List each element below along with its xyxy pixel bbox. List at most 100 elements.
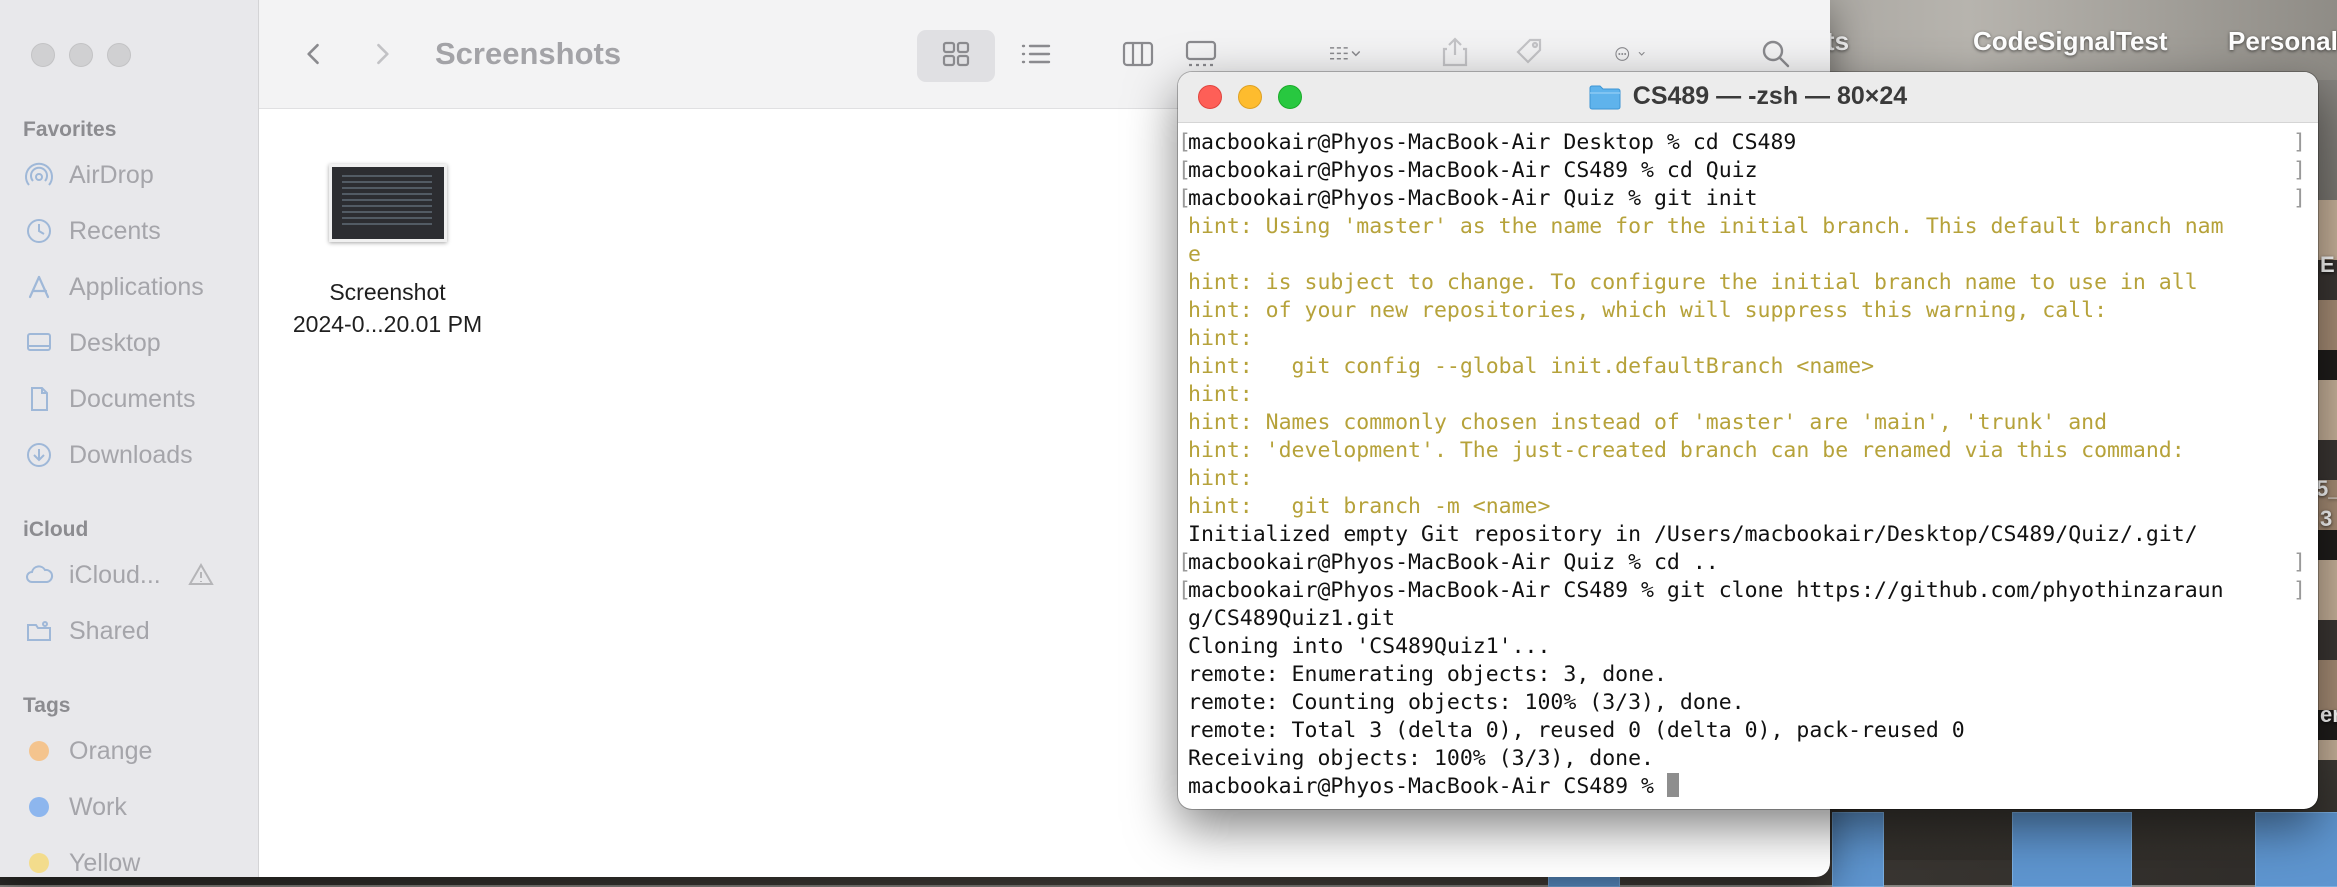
terminal-prompt-text: macbookair@Phyos-MacBook-Air CS489 % — [1188, 774, 1667, 799]
terminal-line: remote: Counting objects: 100% (3/3), do… — [1178, 689, 2318, 717]
sidebar-item-label: Yellow — [69, 848, 141, 877]
sidebar-item-applications[interactable]: Applications — [23, 267, 204, 307]
terminal-cursor — [1666, 773, 1679, 797]
clock-icon — [23, 215, 55, 247]
prompt-mark-left: [ — [1178, 158, 1191, 183]
list-view-icon[interactable] — [1015, 32, 1057, 76]
terminal-titlebar[interactable]: CS489 — -zsh — 80×24 — [1178, 72, 2318, 123]
terminal-line: e — [1178, 241, 2318, 269]
sidebar-item-downloads[interactable]: Downloads — [23, 435, 193, 475]
terminal-line: hint: git config --global init.defaultBr… — [1178, 353, 2318, 381]
sidebar-item-airdrop[interactable]: AirDrop — [23, 155, 154, 195]
tag-icon[interactable] — [1510, 30, 1550, 74]
sidebar-item-desktop[interactable]: Desktop — [23, 323, 161, 363]
terminal-line-text: g/CS489Quiz1.git — [1188, 606, 1396, 631]
terminal-line-text: macbookair@Phyos-MacBook-Air Quiz % cd .… — [1188, 550, 1719, 575]
sidebar-item-label: Work — [69, 792, 127, 821]
group-by-icon[interactable] — [1320, 32, 1370, 76]
file-thumbnail — [328, 164, 447, 242]
terminal-line: g/CS489Quiz1.git — [1178, 605, 2318, 633]
sidebar-item-label: Documents — [69, 384, 196, 413]
terminal-line: Cloning into 'CS489Quiz1'... — [1178, 633, 2318, 661]
more-actions-icon[interactable] — [1596, 32, 1666, 76]
terminal-line-text: hint: Names commonly chosen instead of '… — [1188, 410, 2108, 435]
terminal-line-text: macbookair@Phyos-MacBook-Air Quiz % git … — [1188, 186, 1758, 211]
window-controls — [31, 43, 131, 67]
sidebar-tag-yellow[interactable]: Yellow — [23, 843, 140, 877]
terminal-line-text: remote: Total 3 (delta 0), reused 0 (del… — [1188, 718, 1965, 743]
close-button[interactable] — [31, 43, 55, 67]
terminal-line: macbookair@Phyos-MacBook-Air CS489 % git… — [1178, 577, 2318, 605]
zoom-button[interactable] — [107, 43, 131, 67]
sidebar-item-icloud-drive[interactable]: iCloud... — [23, 555, 217, 595]
terminal-window: CS489 — -zsh — 80×24 macbookair@Phyos-Ma… — [1178, 72, 2318, 809]
terminal-line: macbookair@Phyos-MacBook-Air Desktop % c… — [1178, 129, 2318, 157]
terminal-line: macbookair@Phyos-MacBook-Air CS489 % cd … — [1178, 157, 2318, 185]
icon-view-grid-icon[interactable] — [935, 32, 977, 76]
download-icon — [23, 439, 55, 471]
terminal-line: remote: Total 3 (delta 0), reused 0 (del… — [1178, 717, 2318, 745]
sidebar-item-recents[interactable]: Recents — [23, 211, 161, 251]
terminal-title: CS489 — -zsh — 80×24 — [1178, 82, 2318, 111]
terminal-line: Initialized empty Git repository in /Use… — [1178, 521, 2318, 549]
sidebar-section-tags: Tags — [23, 694, 71, 717]
sidebar-item-label: Downloads — [69, 440, 193, 469]
prompt-mark-right: ] — [2293, 158, 2306, 183]
sidebar-item-documents[interactable]: Documents — [23, 379, 195, 419]
shared-folder-icon — [23, 615, 55, 647]
tag-color-icon — [23, 791, 55, 823]
terminal-line: hint: — [1178, 465, 2318, 493]
sidebar-item-label: AirDrop — [69, 160, 154, 189]
terminal-line: hint: 'development'. The just-created br… — [1178, 437, 2318, 465]
minimize-button[interactable] — [69, 43, 93, 67]
terminal-line-text: hint: is subject to change. To configure… — [1188, 270, 2198, 295]
finder-sidebar: Favorites AirDrop Recents Applications D… — [0, 0, 259, 877]
share-icon[interactable] — [1435, 30, 1475, 74]
terminal-line-text: macbookair@Phyos-MacBook-Air CS489 % cd … — [1188, 158, 1758, 183]
column-view-icon[interactable] — [1117, 32, 1159, 76]
terminal-line-text: remote: Counting objects: 100% (3/3), do… — [1188, 690, 1745, 715]
terminal-line: hint: of your new repositories, which wi… — [1178, 297, 2318, 325]
terminal-line-text: remote: Enumerating objects: 3, done. — [1188, 662, 1667, 687]
tag-color-icon — [23, 847, 55, 877]
gallery-view-icon[interactable] — [1179, 32, 1223, 76]
desktop-folder-label[interactable]: CodeSignalTest — [1973, 26, 2168, 57]
terminal-current-prompt[interactable]: macbookair@Phyos-MacBook-Air CS489 % — [1178, 773, 2318, 801]
desktop-folder-label[interactable]: Personal — [2228, 26, 2337, 57]
sidebar-item-label: iCloud... — [69, 560, 161, 589]
prompt-mark-left: [ — [1178, 550, 1191, 575]
back-chevron-icon[interactable] — [299, 32, 329, 76]
sidebar-item-shared[interactable]: Shared — [23, 611, 150, 651]
sidebar-item-label: Recents — [69, 216, 161, 245]
desktop-folder-icon[interactable] — [2255, 812, 2337, 887]
terminal-line-text: hint: Using 'master' as the name for the… — [1188, 214, 2224, 239]
prompt-mark-left: [ — [1178, 578, 1191, 603]
terminal-line: macbookair@Phyos-MacBook-Air Quiz % git … — [1178, 185, 2318, 213]
terminal-line: hint: Using 'master' as the name for the… — [1178, 213, 2318, 241]
terminal-line: hint: Names commonly chosen instead of '… — [1178, 409, 2318, 437]
desktop-folder-icon[interactable] — [1832, 812, 1884, 887]
file-item-screenshot[interactable]: Screenshot 2024-0...20.01 PM — [285, 160, 490, 340]
sidebar-item-label: Orange — [69, 736, 153, 765]
search-icon[interactable] — [1756, 32, 1796, 76]
sidebar-item-label: Desktop — [69, 328, 161, 357]
sidebar-tag-orange[interactable]: Orange — [23, 731, 152, 771]
terminal-line: macbookair@Phyos-MacBook-Air Quiz % cd .… — [1178, 549, 2318, 577]
terminal-line: remote: Enumerating objects: 3, done. — [1178, 661, 2318, 689]
cloud-icon — [23, 559, 55, 591]
terminal-line-text: Initialized empty Git repository in /Use… — [1188, 522, 2198, 547]
terminal-line-text: hint: 'development'. The just-created br… — [1188, 438, 2185, 463]
desktop-folder-icon[interactable] — [2012, 812, 2132, 887]
forward-chevron-icon[interactable] — [367, 32, 397, 76]
sidebar-tag-work[interactable]: Work — [23, 787, 127, 827]
prompt-mark-left: [ — [1178, 130, 1191, 155]
desktop-edge-label: er — [2320, 702, 2337, 727]
desktop-edge-label: E — [2320, 252, 2335, 277]
terminal-line: hint: is subject to change. To configure… — [1178, 269, 2318, 297]
prompt-mark-right: ] — [2293, 578, 2306, 603]
terminal-output[interactable]: macbookair@Phyos-MacBook-Air Desktop % c… — [1178, 123, 2318, 809]
terminal-line: hint: — [1178, 381, 2318, 409]
warning-icon — [185, 559, 217, 591]
prompt-mark-right: ] — [2293, 550, 2306, 575]
window-title: Screenshots — [435, 36, 622, 71]
